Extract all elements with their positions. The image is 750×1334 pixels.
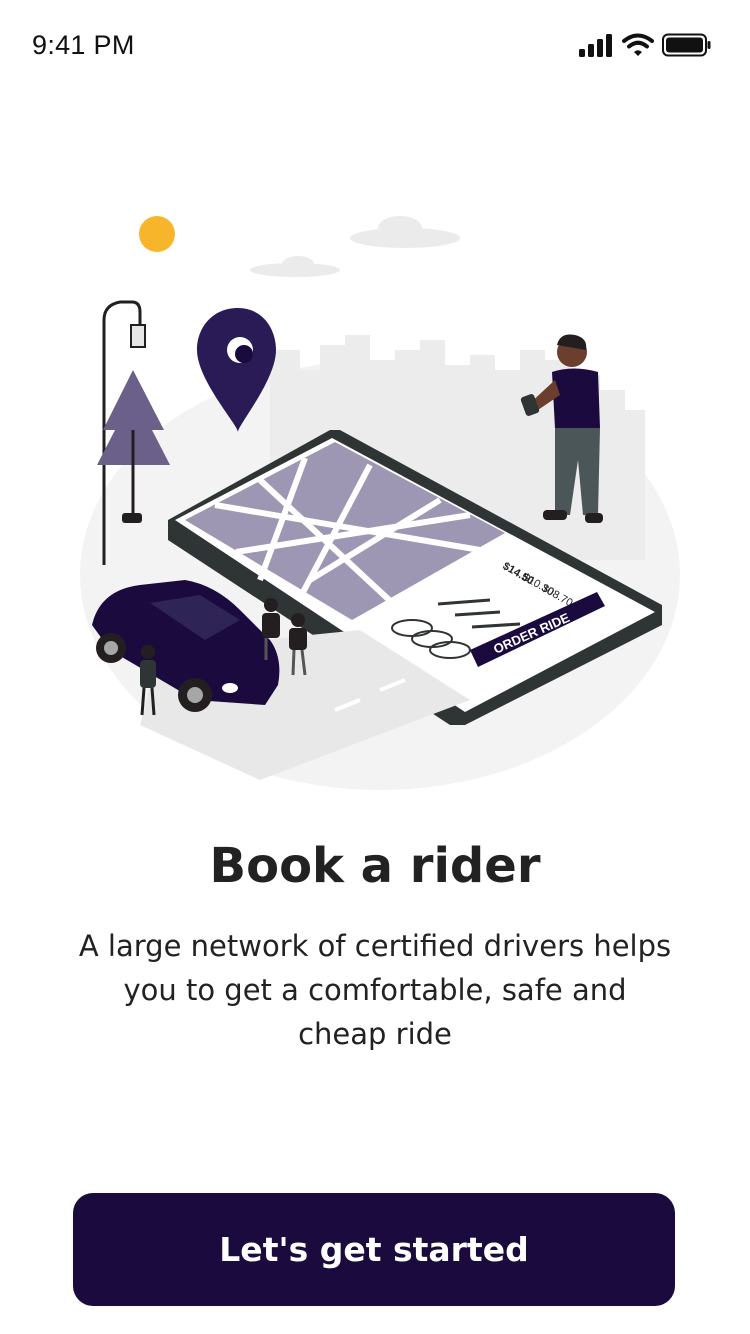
wifi-icon — [622, 33, 654, 56]
status-bar: 9:41 PM — [0, 0, 750, 96]
page-title: Book a rider — [209, 838, 541, 894]
cellular-signal-icon — [579, 34, 612, 57]
battery-icon — [662, 33, 711, 57]
page-description: A large network of certified drivers hel… — [78, 929, 672, 1051]
status-icons — [578, 33, 712, 57]
cloud-icon — [250, 216, 460, 277]
get-started-button[interactable]: Let's get started — [73, 1193, 675, 1306]
hero-illustration: $14.50 $10.30 $08.70 ORDER RIDE — [80, 216, 680, 790]
sun-icon — [139, 216, 175, 252]
status-time: 9:41 PM — [32, 30, 135, 60]
